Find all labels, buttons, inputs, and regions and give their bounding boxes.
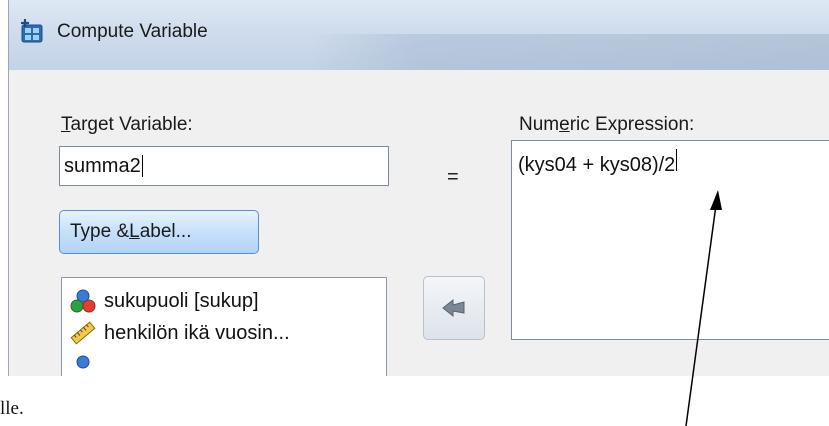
pointer-arrow-icon bbox=[685, 190, 722, 426]
